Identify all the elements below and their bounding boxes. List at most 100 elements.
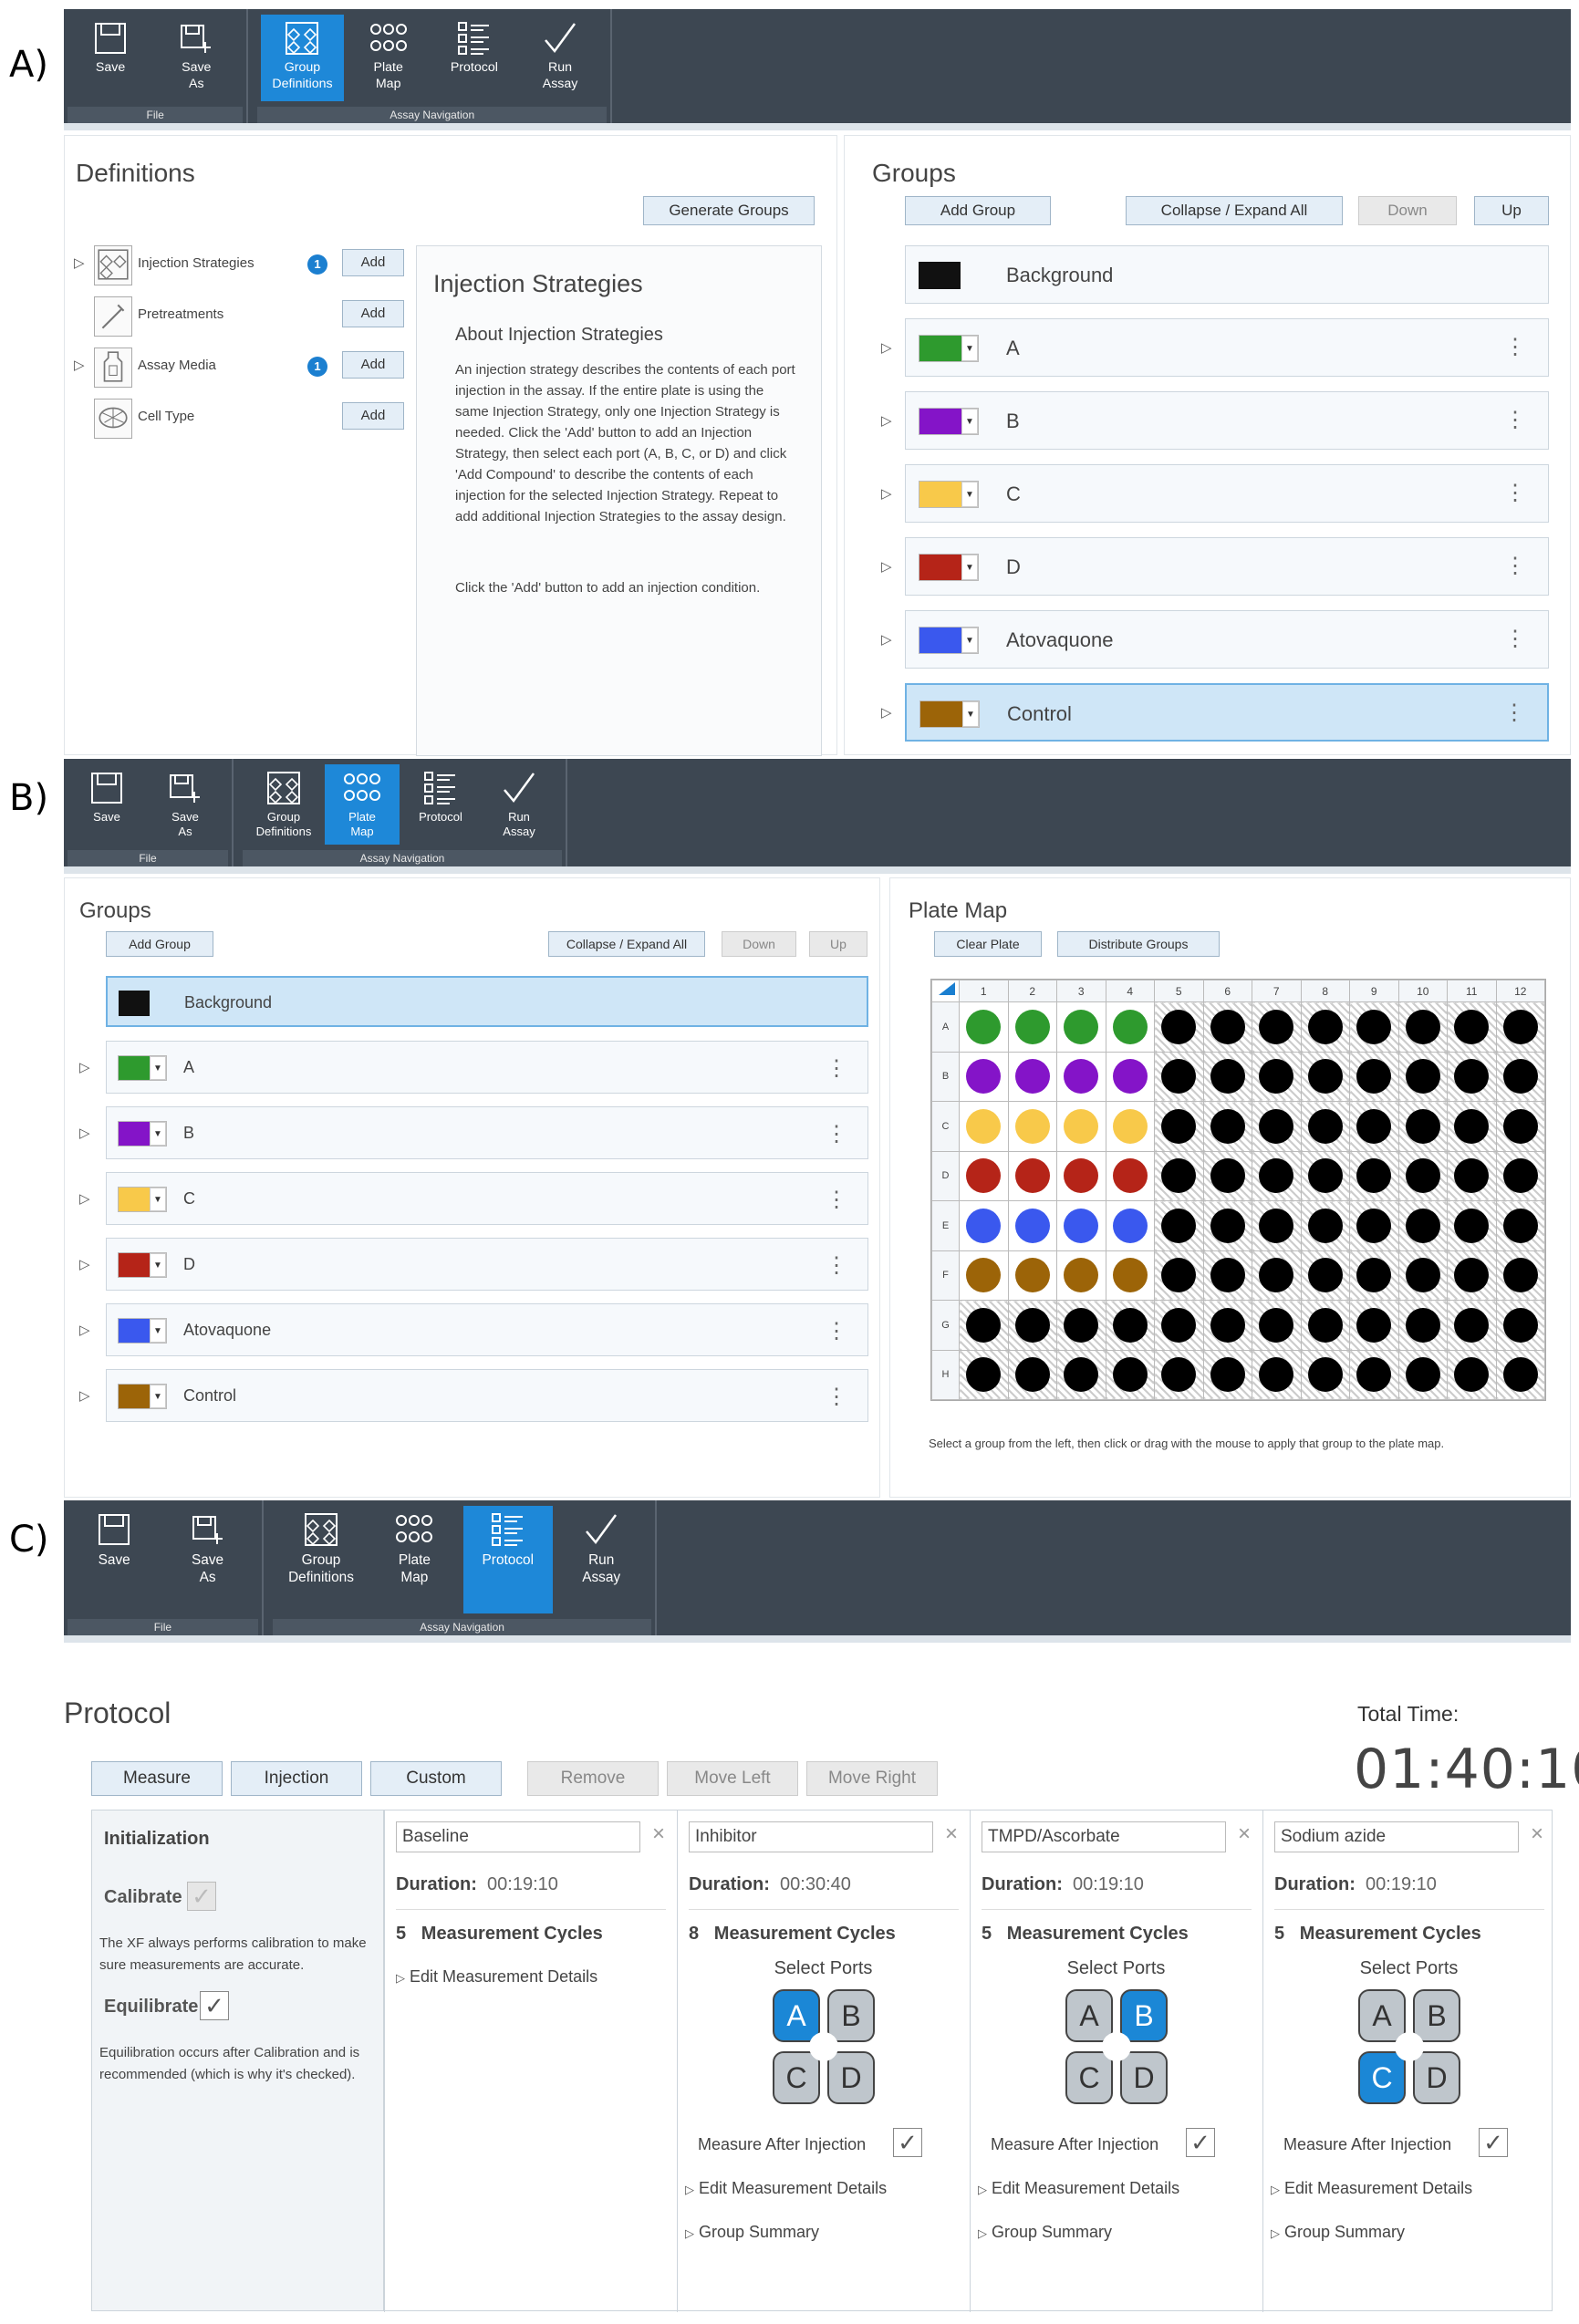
more-options-icon[interactable]: ⋮ — [826, 1124, 847, 1146]
group-row-control[interactable]: ▼ Control ⋮ — [106, 1369, 868, 1422]
color-picker[interactable]: ▼ — [118, 1055, 167, 1081]
expand-icon[interactable]: ▷ — [881, 339, 892, 356]
plate-well-E1[interactable] — [959, 1200, 1009, 1251]
plate-well-A2[interactable] — [1007, 1001, 1057, 1053]
measure-after-checkbox[interactable]: ✓ — [893, 2128, 922, 2157]
move-up-button[interactable]: Up — [809, 931, 867, 957]
plate-map-button[interactable]: Plate Map — [369, 1506, 459, 1613]
plate-well-F2[interactable] — [1007, 1250, 1057, 1301]
select-all-corner[interactable] — [931, 980, 960, 1002]
plate-well-C5[interactable] — [1154, 1101, 1204, 1152]
column-header[interactable]: 8 — [1300, 980, 1350, 1002]
group-row-atovaquone[interactable]: ▼ Atovaquone ⋮ — [905, 610, 1549, 669]
plate-well-G8[interactable] — [1300, 1300, 1350, 1351]
edit-details-link[interactable]: Edit Measurement Details — [699, 2179, 887, 2197]
plate-well-H7[interactable] — [1252, 1349, 1302, 1400]
plate-well-G6[interactable] — [1202, 1300, 1252, 1351]
group-summary-link[interactable]: Group Summary — [1284, 2223, 1405, 2241]
port-a[interactable]: A — [1358, 1989, 1406, 2042]
group-row-background[interactable]: Background — [905, 245, 1549, 304]
expand-icon[interactable]: ▷ — [881, 704, 892, 721]
plate-well-F7[interactable] — [1252, 1250, 1302, 1301]
plate-well-E10[interactable] — [1397, 1200, 1448, 1251]
plate-well-E9[interactable] — [1349, 1200, 1399, 1251]
more-options-icon[interactable]: ⋮ — [1504, 555, 1526, 577]
add-definition-button[interactable]: Add — [342, 249, 404, 276]
save-as-button[interactable]: Save As — [155, 15, 237, 101]
plate-well-D2[interactable] — [1007, 1150, 1057, 1201]
group-row-d[interactable]: ▼ D ⋮ — [106, 1238, 868, 1291]
generate-groups-button[interactable]: Generate Groups — [643, 196, 815, 225]
distribute-groups-button[interactable]: Distribute Groups — [1057, 931, 1220, 957]
add-measure-button[interactable]: Measure — [91, 1761, 223, 1796]
collapse-expand-all-button[interactable]: Collapse / Expand All — [548, 931, 705, 957]
plate-well-A4[interactable] — [1105, 1001, 1155, 1053]
plate-well-D12[interactable] — [1495, 1150, 1545, 1201]
plate-well-E8[interactable] — [1300, 1200, 1350, 1251]
plate-well-C3[interactable] — [1056, 1101, 1106, 1152]
plate-well-D8[interactable] — [1300, 1150, 1350, 1201]
expand-icon[interactable]: ▷ — [1271, 2226, 1280, 2240]
plate-well-C11[interactable] — [1447, 1101, 1497, 1152]
expand-icon[interactable]: ▷ — [881, 412, 892, 429]
plate-well-B10[interactable] — [1397, 1051, 1448, 1102]
more-options-icon[interactable]: ⋮ — [826, 1255, 847, 1277]
column-header[interactable]: 2 — [1007, 980, 1057, 1002]
edit-details-link[interactable]: Edit Measurement Details — [992, 2179, 1179, 2197]
port-c[interactable]: C — [773, 2051, 820, 2104]
group-row-background[interactable]: Background — [106, 976, 868, 1027]
edit-details-link[interactable]: Edit Measurement Details — [1284, 2179, 1472, 2197]
plate-well-G11[interactable] — [1447, 1300, 1497, 1351]
expand-icon[interactable]: ▷ — [1271, 2183, 1280, 2196]
plate-well-A10[interactable] — [1397, 1001, 1448, 1053]
plate-well-A8[interactable] — [1300, 1001, 1350, 1053]
plate-well-B2[interactable] — [1007, 1051, 1057, 1102]
group-row-a[interactable]: ▼ A ⋮ — [106, 1041, 868, 1094]
plate-well-G5[interactable] — [1154, 1300, 1204, 1351]
move-right-button[interactable]: Move Right — [806, 1761, 938, 1796]
group-summary-link[interactable]: Group Summary — [699, 2223, 819, 2241]
expand-icon[interactable]: ▷ — [79, 1256, 90, 1272]
equilibrate-checkbox[interactable]: ✓ — [200, 1991, 229, 2020]
add-definition-button[interactable]: Add — [342, 300, 404, 327]
plate-well-C4[interactable] — [1105, 1101, 1155, 1152]
expand-icon[interactable]: ▷ — [881, 558, 892, 575]
color-picker[interactable]: ▼ — [118, 1252, 167, 1278]
port-d[interactable]: D — [1120, 2051, 1168, 2104]
plate-well-A7[interactable] — [1252, 1001, 1302, 1053]
more-options-icon[interactable]: ⋮ — [826, 1386, 847, 1408]
plate-well-B12[interactable] — [1495, 1051, 1545, 1102]
edit-details-link[interactable]: Edit Measurement Details — [410, 1967, 597, 1986]
add-custom-button[interactable]: Custom — [370, 1761, 502, 1796]
plate-well-G10[interactable] — [1397, 1300, 1448, 1351]
plate-well-F4[interactable] — [1105, 1250, 1155, 1301]
group-definitions-button[interactable]: Group Definitions — [261, 15, 344, 101]
run-assay-button[interactable]: Run Assay — [519, 15, 601, 101]
expand-icon[interactable]: ▷ — [881, 485, 892, 502]
column-header[interactable]: 4 — [1105, 980, 1155, 1002]
port-c[interactable]: C — [1065, 2051, 1113, 2104]
color-picker[interactable]: ▼ — [919, 408, 979, 435]
plate-well-E6[interactable] — [1202, 1200, 1252, 1251]
column-header[interactable]: 3 — [1056, 980, 1106, 1002]
plate-well-C1[interactable] — [959, 1101, 1009, 1152]
protocol-button[interactable]: Protocol — [403, 764, 478, 845]
color-picker[interactable]: ▼ — [118, 1121, 167, 1146]
plate-well-G3[interactable] — [1056, 1300, 1106, 1351]
add-definition-button[interactable]: Add — [342, 351, 404, 379]
plate-well-A1[interactable] — [959, 1001, 1009, 1053]
group-row-b[interactable]: ▼ B ⋮ — [106, 1106, 868, 1159]
expand-icon[interactable]: ▷ — [685, 2226, 694, 2240]
plate-well-H11[interactable] — [1447, 1349, 1497, 1400]
port-a[interactable]: A — [773, 1989, 820, 2042]
expand-icon[interactable]: ▷ — [396, 1971, 405, 1985]
add-definition-button[interactable]: Add — [342, 402, 404, 430]
plate-well-B4[interactable] — [1105, 1051, 1155, 1102]
step-name-input[interactable]: Sodium azide — [1274, 1821, 1519, 1852]
more-options-icon[interactable]: ⋮ — [826, 1321, 847, 1343]
column-header[interactable]: 10 — [1397, 980, 1448, 1002]
step-name-input[interactable]: Baseline — [396, 1821, 640, 1852]
plate-well-H8[interactable] — [1300, 1349, 1350, 1400]
more-options-icon[interactable]: ⋮ — [1504, 628, 1526, 650]
expand-icon[interactable]: ▷ — [978, 2226, 987, 2240]
